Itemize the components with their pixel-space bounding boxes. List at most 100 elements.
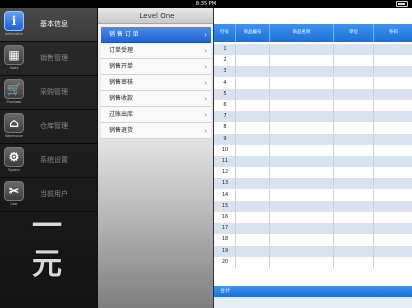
chevron-right-icon: › xyxy=(204,79,207,87)
table-cell[interactable] xyxy=(214,55,374,67)
menu-item-order-accept[interactable]: 订单受理 › xyxy=(101,43,211,59)
table-cell[interactable] xyxy=(214,156,374,167)
table-cell[interactable] xyxy=(214,88,374,100)
menu-item-posting-outbound[interactable]: 过账出库 › xyxy=(101,107,211,123)
purchase-cart-icon: 🛒 xyxy=(4,79,24,99)
menu-item-sales-return[interactable]: 销售退货 › xyxy=(101,123,211,139)
table-cell[interactable] xyxy=(214,212,374,223)
table-row[interactable]: 9 xyxy=(214,133,412,145)
table-row[interactable]: 3 xyxy=(214,66,412,78)
table-row[interactable]: 18 xyxy=(214,234,412,246)
table-row[interactable]: 20 xyxy=(214,256,412,268)
icon-caption: Information xyxy=(5,32,23,36)
system-gear-icon: ⚙ xyxy=(4,147,24,167)
table-cell[interactable] xyxy=(214,100,374,111)
chevron-right-icon: › xyxy=(204,111,207,119)
column-header-product-code: 商品编号 xyxy=(236,24,270,42)
table-row[interactable]: 15 xyxy=(214,200,412,212)
footer-total-label: 合计 xyxy=(219,288,230,294)
table-cell[interactable] xyxy=(214,77,374,89)
chevron-right-icon: › xyxy=(204,95,207,103)
icon-caption: System xyxy=(8,168,20,172)
sidebar: i Information 基本信息 ▦ Sales 销售管理 🛒 Purcha… xyxy=(0,8,98,308)
sidebar-item-sales[interactable]: ▦ Sales 销售管理 xyxy=(0,42,98,76)
table-row[interactable]: 14 xyxy=(214,189,412,201)
table-row[interactable]: 7 xyxy=(214,111,412,123)
logo-char: 一 xyxy=(32,209,62,244)
table-cell[interactable] xyxy=(214,44,374,55)
table-cell[interactable] xyxy=(214,200,374,212)
table-cell[interactable] xyxy=(214,189,374,201)
table-cell[interactable] xyxy=(214,167,374,179)
table-cell[interactable] xyxy=(214,234,374,246)
column-header-barcode: 条码 xyxy=(389,30,398,35)
sidebar-item-label: 基本信息 xyxy=(40,20,68,28)
table-row[interactable]: 4 xyxy=(214,77,412,89)
column-header-unit: 单位 xyxy=(334,24,374,42)
column-header-line-no: 行号 xyxy=(214,24,236,42)
menu-item-label: 销售审核 xyxy=(109,79,134,86)
menu-panel: Level One 销 售 订 单 › 订单受理 › 销售开单 › 销售审核 ›… xyxy=(97,8,216,308)
table-row[interactable]: 16 xyxy=(214,212,412,223)
status-bar: 8:35 PM xyxy=(0,0,412,8)
table-row[interactable]: 19 xyxy=(214,245,412,257)
table-row[interactable]: 8 xyxy=(214,122,412,134)
menu-title: Level One xyxy=(98,8,216,24)
sidebar-item-warehouse[interactable]: ⌂ Warehouse 仓库管理 xyxy=(0,110,98,144)
table-row[interactable]: 11 xyxy=(214,156,412,167)
table-cell[interactable] xyxy=(214,133,374,145)
table-cell[interactable] xyxy=(214,111,374,123)
sidebar-item-label: 当前用户 xyxy=(40,190,68,198)
menu-item-label: 过账出库 xyxy=(109,111,134,118)
sidebar-item-label: 销售管理 xyxy=(40,54,68,62)
sidebar-item-label: 仓库管理 xyxy=(40,122,68,130)
sidebar-item-label: 系统设置 xyxy=(40,156,68,164)
table-row[interactable]: 13 xyxy=(214,178,412,190)
sales-grid-icon: ▦ xyxy=(4,45,24,65)
table-cell[interactable] xyxy=(214,66,374,78)
order-table: 行号 商品编号 商品名称 单位 条码 1 2 3 4 5 6 7 8 9 10 11 12 13 14 15… xyxy=(213,8,412,308)
table-cell[interactable] xyxy=(214,223,374,235)
table-row[interactable]: 6 xyxy=(214,100,412,111)
menu-item-label: 销售退货 xyxy=(109,127,134,134)
table-row[interactable]: 2 xyxy=(214,55,412,67)
chevron-right-icon: › xyxy=(204,31,207,39)
chevron-right-icon: › xyxy=(204,127,207,135)
column-header-product-name: 商品名称 xyxy=(270,24,334,42)
table-cell[interactable] xyxy=(214,144,374,156)
icon-caption: Warehouse xyxy=(5,134,23,138)
menu-item-label: 销售开单 xyxy=(109,63,134,70)
sidebar-item-basic-info[interactable]: i Information 基本信息 xyxy=(0,8,98,42)
sidebar-item-label: 采购管理 xyxy=(40,88,68,96)
table-row[interactable]: 5 xyxy=(214,88,412,100)
table-cell[interactable] xyxy=(214,245,374,257)
menu-item-sales-review[interactable]: 销售审核 › xyxy=(101,75,211,91)
menu-item-label: 销售收款 xyxy=(109,95,134,102)
menu-item-sales-billing[interactable]: 销售开单 › xyxy=(101,59,211,75)
table-row[interactable]: 17 xyxy=(214,223,412,235)
app-logo: 一 元 xyxy=(28,208,66,288)
menu-item-sales-collection[interactable]: 销售收款 › xyxy=(101,91,211,107)
icon-caption: Sales xyxy=(9,66,19,70)
menu-item-label: 订单受理 xyxy=(109,47,134,54)
table-cell[interactable] xyxy=(214,256,374,268)
warehouse-house-icon: ⌂ xyxy=(4,113,24,133)
table-row[interactable]: 10 xyxy=(214,144,412,156)
status-time: 8:35 PM xyxy=(195,1,217,7)
user-tools-icon: ✂ xyxy=(4,181,24,201)
sidebar-item-current-user[interactable]: ✂ User 当前用户 xyxy=(0,178,98,212)
menu-item-label: 销 售 订 单 xyxy=(109,31,139,38)
table-header: 行号 商品编号 商品名称 单位 条码 xyxy=(214,24,412,42)
sidebar-item-system[interactable]: ⚙ System 系统设置 xyxy=(0,144,98,178)
chevron-right-icon: › xyxy=(204,47,207,55)
table-row[interactable]: 12 xyxy=(214,167,412,179)
table-row[interactable]: 1 xyxy=(214,44,412,55)
table-cell[interactable] xyxy=(214,122,374,134)
table-bottom-strip xyxy=(214,297,412,308)
table-cell[interactable] xyxy=(214,178,374,190)
sidebar-item-purchase[interactable]: 🛒 Purchase 采购管理 xyxy=(0,76,98,110)
icon-caption: User xyxy=(10,202,18,206)
menu-item-sales-order[interactable]: 销 售 订 单 › xyxy=(101,27,211,43)
chevron-right-icon: › xyxy=(204,63,207,71)
battery-icon xyxy=(396,1,408,7)
